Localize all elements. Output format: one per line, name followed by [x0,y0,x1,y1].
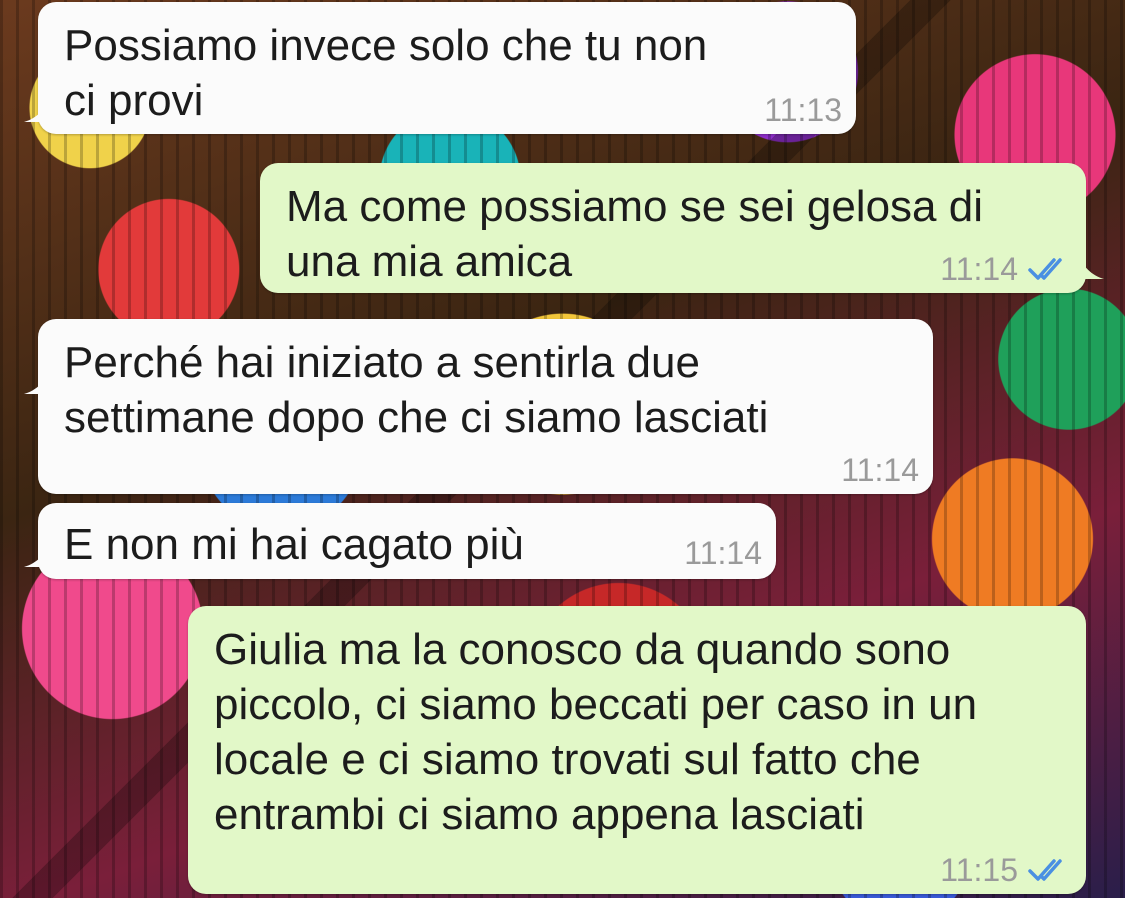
message-text: Giulia ma la conosco da quando sono picc… [214,625,978,839]
message-text: Possiamo invece solo che tu non ci provi [64,21,708,125]
bubble-tail-icon [24,539,52,567]
message-bubble-incoming[interactable]: Possiamo invece solo che tu non ci provi… [24,2,856,134]
message-timestamp: 11:15 [940,852,1018,888]
message-meta: 11:14 [684,535,762,571]
bubble-tail-icon [24,94,52,122]
message-bubble-incoming[interactable]: Perché hai iniziato a sentirla due setti… [24,319,933,494]
bubble-tail-icon [24,366,52,394]
bubble-tail-icon [1076,251,1104,279]
message-meta: 11:13 [764,92,842,128]
message-bubble-outgoing[interactable]: Ma come possiamo se sei gelosa di una mi… [260,163,1104,293]
message-bubble-incoming[interactable]: E non mi hai cagato più 11:14 [24,503,776,579]
message-timestamp: 11:14 [940,251,1018,287]
message-meta: 11:15 [940,852,1072,888]
chat-thread: Possiamo invece solo che tu non ci provi… [0,0,1125,898]
message-timestamp: 11:14 [684,535,762,571]
double-check-icon [1028,859,1062,881]
message-timestamp: 11:13 [764,92,842,128]
message-meta: 11:14 [940,251,1072,287]
message-text: E non mi hai cagato più [64,520,524,569]
message-text: Perché hai iniziato a sentirla due setti… [64,338,769,442]
message-meta: 11:14 [841,452,919,488]
message-timestamp: 11:14 [841,452,919,488]
double-check-icon [1028,258,1062,280]
message-bubble-outgoing[interactable]: Giulia ma la conosco da quando sono picc… [188,606,1086,894]
